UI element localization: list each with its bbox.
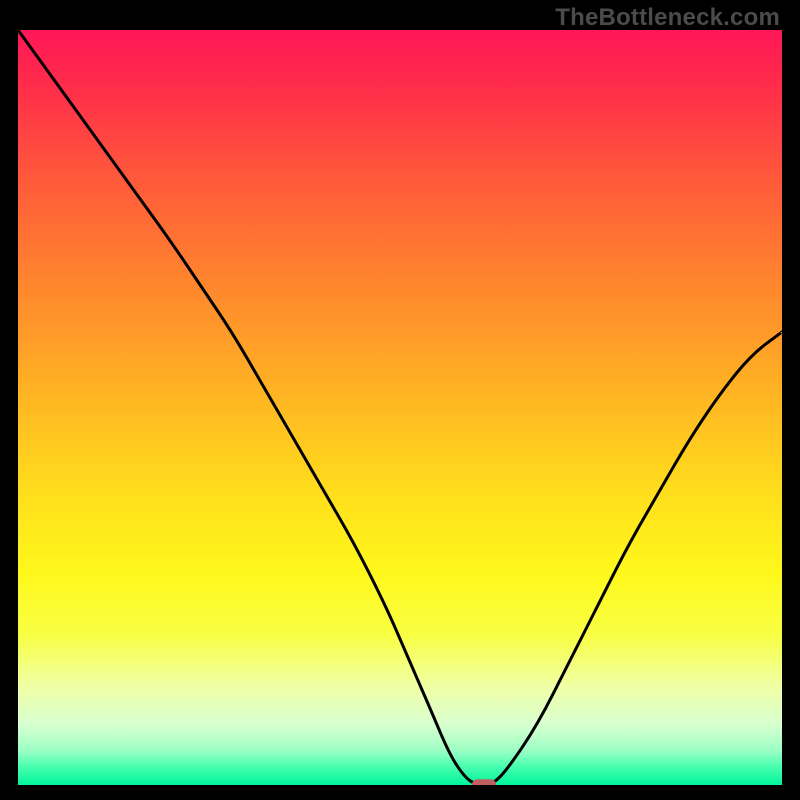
optimum-marker	[472, 779, 496, 790]
chart-background-gradient	[18, 30, 782, 785]
watermark-text: TheBottleneck.com	[555, 4, 780, 32]
chart-container: TheBottleneck.com	[0, 0, 800, 800]
bottleneck-chart	[0, 0, 800, 800]
